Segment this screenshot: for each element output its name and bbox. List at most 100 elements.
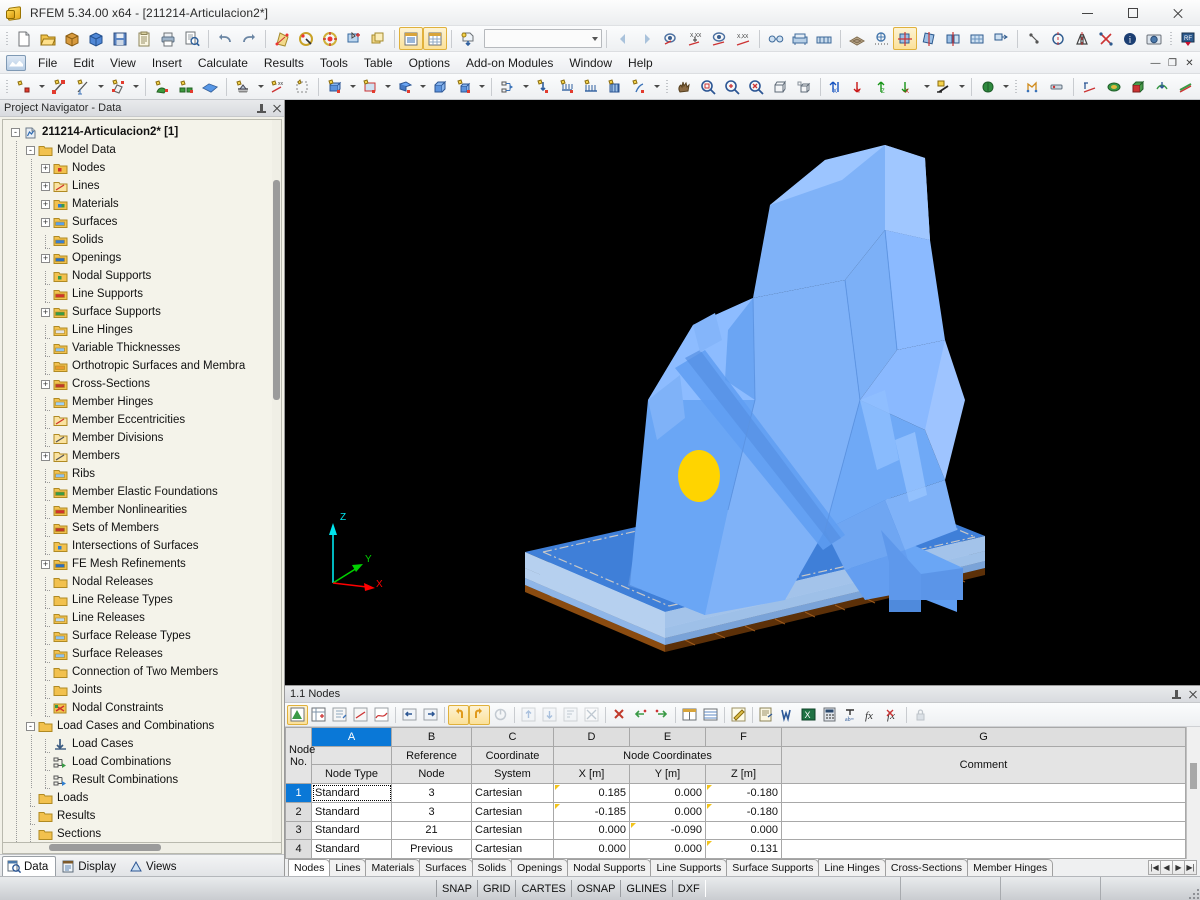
cell-reference-node[interactable]: 3 — [391, 783, 472, 803]
cell-comment[interactable] — [781, 783, 1186, 803]
table-row[interactable]: 2 Standard 3 Cartesian -0.185 0.000 -0.180 — [285, 801, 1186, 822]
table-delete-row-icon[interactable] — [609, 705, 630, 725]
new-cube-icon[interactable] — [428, 75, 452, 98]
tree-item-joints[interactable]: Joints — [3, 681, 281, 699]
open-file-icon[interactable] — [36, 27, 60, 50]
result-value-icon[interactable]: X,XX — [683, 27, 707, 50]
cell-x-coordinate[interactable]: 0.000 — [553, 839, 630, 859]
tree-item-solids[interactable]: Solids — [3, 231, 281, 249]
edit-model-icon[interactable] — [270, 27, 294, 50]
toolbar-grip[interactable] — [664, 78, 670, 96]
cell-y-coordinate[interactable]: 0.000 — [629, 801, 706, 822]
menu-addon-modules[interactable]: Add-on Modules — [458, 53, 561, 73]
table-row[interactable]: 3 Standard 21 Cartesian 0.000 -0.090 0.000 — [285, 820, 1186, 841]
table-export-icon[interactable] — [350, 705, 371, 725]
new-imperfection-dropdown[interactable] — [651, 75, 662, 98]
navigator-tree[interactable]: -211214-Articulacion2* [1] - Model Data + No… — [2, 119, 282, 843]
tree-item-fe-mesh-refinements[interactable]: + FE Mesh Refinements — [3, 555, 281, 573]
mesh-dots-icon[interactable] — [869, 27, 893, 50]
next-case-icon[interactable] — [635, 27, 659, 50]
expand-icon[interactable]: + — [41, 163, 50, 173]
new-release-icon[interactable]: xx — [266, 75, 290, 98]
view-y-icon[interactable]: Y — [849, 75, 873, 98]
line-model-icon[interactable] — [1021, 75, 1045, 98]
view-plane-dropdown[interactable] — [956, 75, 967, 98]
new-copy-icon[interactable] — [452, 75, 476, 98]
minimize-button[interactable] — [1065, 0, 1110, 26]
table-tab-openings[interactable]: Openings — [511, 859, 569, 876]
status-snap[interactable]: SNAP — [436, 880, 478, 897]
render-icon[interactable] — [788, 27, 812, 50]
row-header-corner[interactable]: Node No. — [285, 726, 315, 785]
addon-icon[interactable]: RF — [1176, 27, 1200, 50]
table-undo-icon[interactable] — [448, 704, 469, 725]
tree-item-surfaces[interactable]: + Surfaces — [3, 213, 281, 231]
glasses-icon[interactable] — [764, 27, 788, 50]
row-number[interactable]: 2 — [285, 801, 312, 822]
new-load-icon[interactable] — [531, 75, 555, 98]
new-imperfection-icon[interactable] — [627, 75, 651, 98]
tree-item-line-release-types[interactable]: Line Release Types — [3, 591, 281, 609]
tree-item-load-combinations[interactable]: Load Combinations — [3, 753, 281, 771]
table-fx-icon[interactable]: fx — [861, 705, 882, 725]
new-line-dim-icon[interactable] — [71, 75, 95, 98]
table-insert-icon[interactable] — [308, 705, 329, 725]
table-tab-cross-sections[interactable]: Cross-Sections — [884, 859, 969, 876]
expand-icon[interactable]: + — [41, 253, 50, 263]
tree-item-load-cases[interactable]: Load Cases — [3, 735, 281, 753]
cell-node-type[interactable]: Standard — [311, 820, 392, 841]
tree-item-nodal-releases[interactable]: Nodal Releases — [3, 573, 281, 591]
document-close-button[interactable]: ✕ — [1181, 55, 1198, 72]
redo-icon[interactable] — [237, 27, 261, 50]
column-header-A[interactable]: A — [311, 727, 392, 747]
navigator-tab-data[interactable]: Data — [2, 856, 57, 876]
close-button[interactable] — [1155, 0, 1200, 26]
zoom-reset-icon[interactable] — [744, 75, 768, 98]
tree-item-materials[interactable]: + Materials — [3, 195, 281, 213]
cell-y-coordinate[interactable]: -0.090 — [629, 820, 706, 841]
collapse-icon[interactable]: - — [26, 721, 35, 731]
menu-calculate[interactable]: Calculate — [190, 53, 256, 73]
result-numeric-icon[interactable]: X,XX — [731, 27, 755, 50]
select-rectangle-icon[interactable] — [342, 27, 366, 50]
status-osnap[interactable]: OSNAP — [570, 880, 622, 897]
table-chart-icon[interactable] — [371, 705, 392, 725]
scroll-thumb[interactable] — [49, 844, 161, 851]
new-free-load-icon[interactable] — [603, 75, 627, 98]
table-tab-surfaces[interactable]: Surfaces — [419, 859, 473, 876]
table-clear-icon[interactable] — [581, 705, 602, 725]
navigator-vertical-scrollbar[interactable] — [272, 120, 281, 842]
tree-item-member-eccentricities[interactable]: Member Eccentricities — [3, 411, 281, 429]
mirror-icon[interactable] — [941, 27, 965, 50]
menu-view[interactable]: View — [102, 53, 144, 73]
new-polyline-dropdown[interactable] — [130, 75, 141, 98]
tree-item-surface-releases[interactable]: Surface Releases — [3, 645, 281, 663]
show-table-icon[interactable] — [399, 27, 423, 50]
cell-node-type[interactable]: Standard — [311, 839, 392, 859]
tree-item-members[interactable]: + Members — [3, 447, 281, 465]
new-node-icon[interactable] — [12, 75, 36, 98]
cell-x-coordinate[interactable]: 0.000 — [553, 820, 630, 841]
document-restore-button[interactable]: ❐ — [1164, 55, 1181, 72]
expand-icon[interactable]: + — [41, 559, 50, 569]
view-iso-icon[interactable] — [792, 75, 816, 98]
new-opening-icon[interactable] — [358, 75, 382, 98]
cell-z-coordinate[interactable]: -0.180 — [705, 801, 782, 822]
new-member-icon[interactable] — [393, 75, 417, 98]
tree-item-openings[interactable]: + Openings — [3, 249, 281, 267]
view-negx-icon[interactable]: -X — [897, 75, 921, 98]
table-fx-clear-icon[interactable]: fx — [882, 705, 903, 725]
table-vertical-scrollbar[interactable] — [1186, 727, 1200, 859]
new-support-dropdown[interactable] — [255, 75, 266, 98]
resize-grip-icon[interactable] — [1187, 887, 1199, 899]
table-tab-surface-supports[interactable]: Surface Supports — [726, 859, 820, 876]
new-copy-dropdown[interactable] — [476, 75, 487, 98]
menu-results[interactable]: Results — [256, 53, 312, 73]
menu-options[interactable]: Options — [401, 53, 458, 73]
color-surface-icon[interactable] — [1102, 75, 1126, 98]
table-edit-cell-icon[interactable] — [728, 705, 749, 725]
document-minimize-button[interactable]: — — [1147, 55, 1164, 72]
toolbar-grip[interactable] — [1168, 30, 1174, 48]
select-objects-icon[interactable] — [294, 27, 318, 50]
new-solid-icon[interactable] — [323, 75, 347, 98]
